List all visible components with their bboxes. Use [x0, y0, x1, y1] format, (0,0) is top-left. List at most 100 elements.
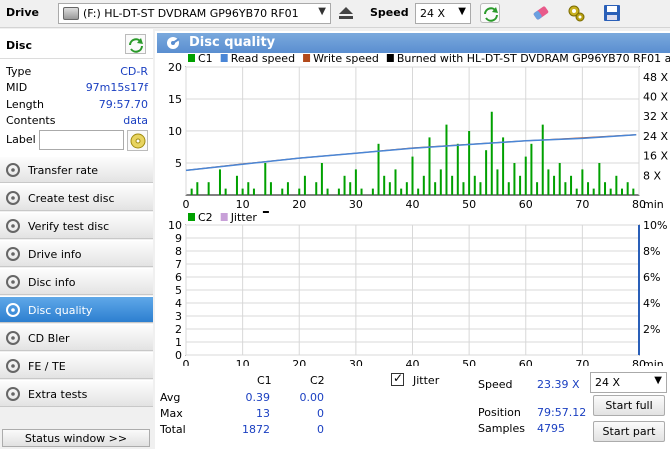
eject-button[interactable] — [336, 3, 356, 23]
left-panel: Disc Type CD-R MID 97m15s17f Length 79:5… — [0, 29, 153, 449]
speed-select[interactable]: 24 X ▼ — [415, 3, 471, 24]
disc-label-apply-button[interactable] — [127, 130, 148, 151]
stats-total-c1: 1872 — [242, 423, 270, 436]
nav-label: Drive info — [28, 248, 82, 261]
stats-total-label: Total — [160, 423, 186, 436]
chart2-y2-tick: 2% — [643, 323, 660, 336]
chart2-y-tick: 2 — [175, 323, 182, 336]
chart1-y-tick: 10 — [168, 125, 182, 138]
disc-refresh-button[interactable] — [125, 34, 146, 54]
chart1-y2-tick: 24 X — [643, 130, 668, 143]
disc-length-key: Length — [6, 98, 44, 111]
test-speed-select[interactable]: 24 X ▼ — [590, 372, 667, 393]
chart2-y2-tick: 4% — [643, 297, 660, 310]
chart1-y-tick: 20 — [168, 61, 182, 74]
chart1-x-tick: 50 — [462, 198, 476, 211]
position-label: Position — [478, 406, 521, 419]
nav-extra-tests[interactable]: Extra tests — [0, 380, 153, 407]
disc-label-input[interactable] — [39, 130, 124, 150]
chevron-down-icon: ▼ — [458, 6, 466, 17]
chart1-x-tick: 40 — [406, 198, 420, 211]
chart1-legend-swatch — [188, 54, 195, 62]
check-icon: ✓ — [393, 371, 404, 385]
samples-value: 4795 — [537, 422, 565, 435]
eject-icon — [339, 7, 353, 19]
chart1-x-tick: 30 — [349, 198, 363, 211]
nav-transfer-rate[interactable]: Transfer rate — [0, 156, 153, 183]
disc-label-row: Label — [6, 130, 148, 152]
disc-icon — [6, 163, 20, 177]
nav-disc-info[interactable]: Disc info — [0, 268, 153, 295]
nav-drive-info[interactable]: Drive info — [0, 240, 153, 267]
status-window-label: Status window >> — [24, 432, 128, 445]
chart1-y2-tick: 40 X — [643, 91, 668, 104]
erase-button[interactable] — [531, 3, 551, 23]
disc-icon — [6, 191, 20, 205]
test-speed-value: 24 X — [595, 376, 621, 389]
disc-type-key: Type — [6, 65, 32, 78]
chart2-y-tick: 1 — [175, 336, 182, 349]
eraser-icon — [533, 6, 549, 20]
nav-fe-te[interactable]: FE / TE — [0, 352, 153, 379]
nav-create-test-disc[interactable]: Create test disc — [0, 184, 153, 211]
chart1-x-tick: 10 — [236, 198, 250, 211]
chart2-legend-swatch — [188, 213, 195, 221]
jitter-checkbox[interactable]: ✓ — [391, 371, 404, 386]
chart1-legend-swatch — [303, 54, 311, 62]
chart1-x-tick: 60 — [519, 198, 533, 211]
chart1-x-tick: 70 — [575, 198, 589, 211]
options-button[interactable] — [566, 3, 586, 23]
speed-value: 23.39 X — [537, 378, 580, 391]
stats-avg-label: Avg — [160, 391, 181, 404]
disc-length-value: 79:57.70 — [98, 98, 148, 111]
start-part-button[interactable]: Start part — [593, 421, 665, 442]
refresh-icon — [129, 38, 143, 53]
stats-max-c2: 0 — [317, 407, 324, 420]
nav-cd-bler[interactable]: CD Bler — [0, 324, 153, 351]
chart1-legend-label: Burned with HL-DT-ST DVDRAM GP96YB70 RF0… — [397, 52, 670, 65]
nav-label: Extra tests — [28, 388, 88, 401]
disc-contents-key: Contents — [6, 114, 56, 127]
chart2-y2-tick: 10% — [643, 219, 667, 232]
nav-label: CD Bler — [28, 332, 70, 345]
status-window-button[interactable]: Status window >> — [2, 429, 150, 447]
chart1-x-tick: 20 — [292, 198, 306, 211]
stats-total-c2: 0 — [317, 423, 324, 436]
chart1-x-tick: 0 — [183, 198, 190, 211]
save-button[interactable] — [602, 3, 622, 23]
chart2-y-tick: 4 — [175, 297, 182, 310]
chart2-legend-marker — [262, 211, 269, 213]
stats-col-c2: C2 — [310, 374, 325, 387]
speed-label: Speed — [478, 378, 513, 391]
chart2-legend-label: Jitter — [230, 211, 258, 224]
drive-label: Drive — [6, 6, 39, 19]
stats-col-c1: C1 — [257, 374, 272, 387]
charts: 0 10 20 30 40 50 60 70 80min51015208 X16 X24 X32… — [168, 52, 670, 366]
drive-select[interactable]: (F:) HL-DT-ST DVDRAM GP96YB70 RF01 ▼ — [58, 3, 331, 24]
chart1-y2-tick: 8 X — [643, 169, 661, 182]
chart1-y2-tick: 32 X — [643, 110, 668, 123]
samples-label: Samples — [478, 422, 525, 435]
nav-verify-test-disc[interactable]: Verify test disc — [0, 212, 153, 239]
nav-disc-quality[interactable]: Disc quality — [0, 296, 153, 323]
disc-icon — [130, 133, 146, 149]
disc-length-row: Length 79:57.70 — [6, 98, 148, 114]
start-full-button[interactable]: Start full — [593, 395, 665, 416]
stats-avg-c2: 0.00 — [299, 391, 325, 404]
disc-icon — [6, 387, 20, 401]
chart1-legend-label: C1 — [198, 52, 213, 65]
chart1-legend-swatch — [386, 54, 394, 62]
chart1-y2-tick: 16 X — [643, 150, 668, 163]
nav-label: Disc quality — [28, 304, 93, 317]
chart2-y-tick: 5 — [175, 284, 182, 297]
nav-label: Create test disc — [28, 192, 115, 205]
chart2-y-tick: 7 — [175, 258, 182, 271]
chart2-y2-tick: 6% — [643, 271, 660, 284]
chart1-y2-tick: 48 X — [643, 71, 668, 84]
disc-type-row: Type CD-R — [6, 65, 148, 81]
refresh-speed-button[interactable] — [480, 3, 500, 23]
chart2-y-tick: 6 — [175, 271, 182, 284]
chart2-legend-label: C2 — [198, 211, 213, 224]
disc-contents-row: Contents data — [6, 114, 148, 130]
chart1-legend-label: Read speed — [231, 52, 295, 65]
